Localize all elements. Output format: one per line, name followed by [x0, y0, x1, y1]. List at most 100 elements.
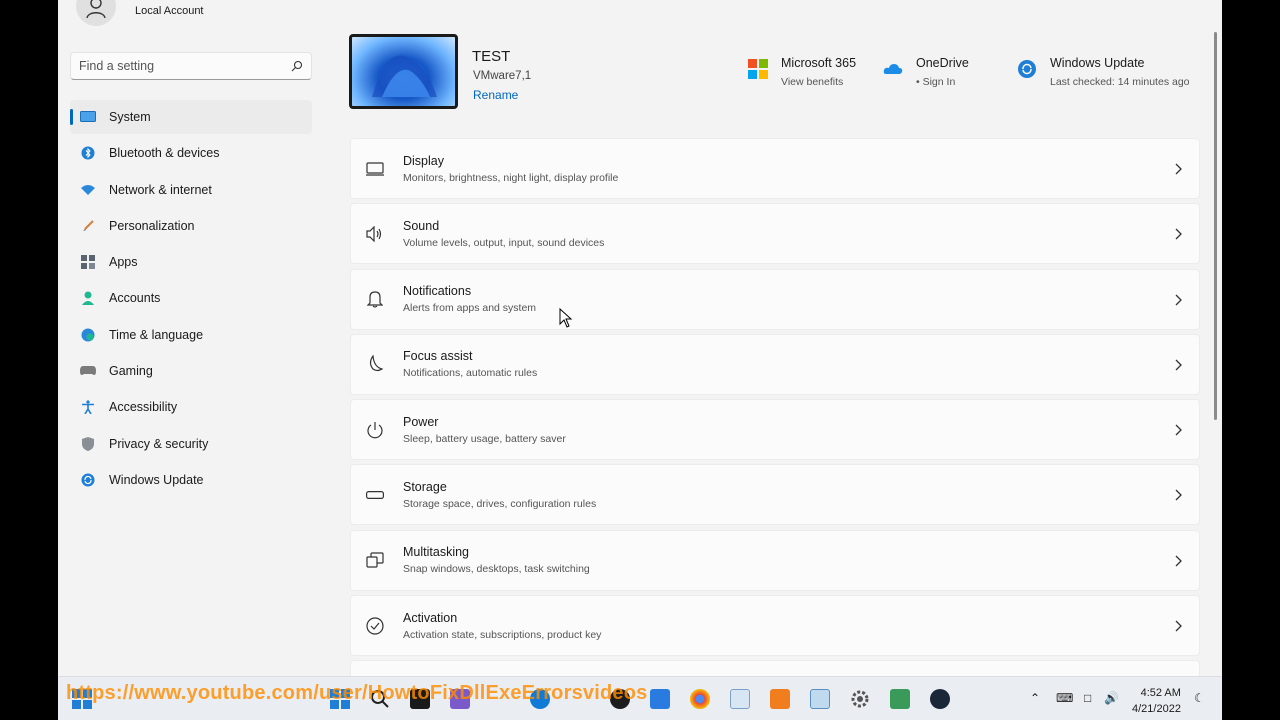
- onedrive-link[interactable]: OneDrive • Sign In: [883, 56, 969, 88]
- power-icon: [365, 420, 385, 440]
- card-subtitle: Monitors, brightness, night light, displ…: [403, 171, 619, 184]
- chevron-right-icon: [1175, 228, 1182, 240]
- sidebar-item-windows-update[interactable]: Windows Update: [70, 463, 312, 497]
- notification-moon-icon[interactable]: ☾: [1194, 691, 1205, 705]
- card-sound[interactable]: Sound Volume levels, output, input, sound…: [350, 203, 1200, 265]
- card-subtitle: Sleep, battery usage, battery saver: [403, 432, 566, 445]
- card-title: Activation: [403, 610, 458, 625]
- bluetooth-icon: [80, 145, 96, 161]
- sidebar-item-gaming[interactable]: Gaming: [70, 354, 312, 388]
- onedrive-title: OneDrive: [916, 56, 969, 70]
- bell-icon: [365, 289, 385, 309]
- device-model: VMware7,1: [473, 70, 532, 82]
- rename-link[interactable]: Rename: [473, 88, 518, 102]
- account-type-label: Local Account: [135, 5, 204, 17]
- check-circle-icon: [365, 616, 385, 636]
- control-panel-icon[interactable]: [810, 689, 830, 709]
- onedrive-subtitle: • Sign In: [916, 76, 956, 88]
- orange-app-icon[interactable]: [770, 689, 790, 709]
- person-icon: [86, 0, 106, 18]
- search-icon[interactable]: [291, 60, 303, 72]
- speaker-icon: [365, 224, 385, 244]
- sidebar-item-system[interactable]: System: [70, 100, 312, 134]
- search-input[interactable]: [79, 59, 291, 73]
- sidebar-item-label: Windows Update: [109, 472, 204, 487]
- steam-icon[interactable]: [930, 689, 950, 709]
- sidebar-item-accounts[interactable]: Accounts: [70, 281, 312, 315]
- chevron-right-icon: [1175, 359, 1182, 371]
- sidebar-item-label: Personalization: [109, 218, 195, 233]
- volume-icon[interactable]: 🔊: [1104, 691, 1119, 705]
- sidebar-item-label: Apps: [109, 255, 138, 270]
- card-activation[interactable]: Activation Activation state, subscription…: [350, 595, 1200, 657]
- card-subtitle: Volume levels, output, input, sound devi…: [403, 236, 605, 249]
- left-letterbox: [0, 0, 58, 720]
- clock-time: 4:52 AM: [1140, 687, 1181, 699]
- card-title: Sound: [403, 218, 440, 233]
- avatar[interactable]: [76, 0, 116, 26]
- resource-monitor-icon[interactable]: [730, 689, 750, 709]
- chevron-up-icon[interactable]: ⌃: [1030, 691, 1040, 705]
- chevron-right-icon: [1175, 163, 1182, 175]
- windows-update-link[interactable]: Windows Update Last checked: 14 minutes …: [1017, 56, 1190, 88]
- sidebar-item-label: Privacy & security: [109, 436, 209, 451]
- settings-window: Local Account System Bluetooth & devices…: [58, 0, 1222, 720]
- gamepad-icon: [80, 363, 96, 379]
- sidebar-item-network[interactable]: Network & internet: [70, 173, 312, 207]
- onedrive-cloud-icon: [883, 64, 903, 74]
- monitor-icon: [365, 159, 385, 179]
- microsoft365-link[interactable]: Microsoft 365 View benefits: [748, 56, 856, 88]
- card-display[interactable]: Display Monitors, brightness, night light…: [350, 138, 1200, 199]
- card-storage[interactable]: Storage Storage space, drives, configurat…: [350, 464, 1200, 526]
- card-title: Focus assist: [403, 349, 473, 364]
- sidebar-item-label: Time & language: [109, 327, 204, 342]
- scrollbar[interactable]: [1214, 32, 1217, 420]
- display-icon: [80, 109, 96, 125]
- settings-list: Display Monitors, brightness, night light…: [350, 138, 1200, 720]
- card-notifications[interactable]: Notifications Alerts from apps and system: [350, 268, 1200, 330]
- windows-update-title: Windows Update: [1050, 56, 1145, 70]
- clock[interactable]: 4:52 AM 4/21/2022: [1132, 685, 1181, 717]
- microsoft-logo-icon: [748, 59, 768, 79]
- card-focus-assist[interactable]: Focus assist Notifications, automatic rul…: [350, 333, 1200, 395]
- card-subtitle: Storage space, drives, configuration rul…: [403, 497, 597, 510]
- microsoft365-title: Microsoft 365: [781, 56, 857, 70]
- card-title: Storage: [403, 479, 447, 494]
- device-name: TEST: [472, 48, 511, 65]
- chevron-right-icon: [1175, 294, 1182, 306]
- mouse-cursor-icon: [559, 308, 573, 328]
- chevron-right-icon: [1175, 424, 1182, 436]
- settings-gear-icon[interactable]: [850, 689, 870, 709]
- sidebar-item-label: Network & internet: [109, 182, 212, 197]
- sidebar-item-label: System: [109, 110, 151, 124]
- card-subtitle: Alerts from apps and system: [403, 302, 537, 315]
- keyboard-icon[interactable]: ⌨: [1056, 691, 1073, 705]
- brush-icon: [80, 218, 96, 234]
- chevron-right-icon: [1175, 490, 1182, 501]
- update-icon: [1018, 60, 1036, 78]
- microsoft365-subtitle: View benefits: [781, 76, 844, 88]
- sidebar-item-privacy[interactable]: Privacy & security: [70, 427, 312, 461]
- sidebar-item-label: Gaming: [109, 364, 153, 379]
- multitask-icon: [365, 550, 385, 570]
- card-multitasking[interactable]: Multitasking Snap windows, desktops, task…: [350, 529, 1200, 591]
- sidebar-item-label: Accessibility: [109, 400, 178, 415]
- sidebar-nav: System Bluetooth & devices Network & int…: [70, 100, 312, 499]
- sidebar-item-time-language[interactable]: Time & language: [70, 318, 312, 352]
- card-power[interactable]: Power Sleep, battery usage, battery saver: [350, 399, 1200, 461]
- sidebar-item-accessibility[interactable]: Accessibility: [70, 390, 312, 424]
- sidebar-item-apps[interactable]: Apps: [70, 245, 312, 279]
- green-app-icon[interactable]: [890, 689, 910, 709]
- sidebar-item-personalization[interactable]: Personalization: [70, 209, 312, 243]
- network-icon[interactable]: □: [1084, 691, 1091, 705]
- search-box[interactable]: [70, 52, 312, 80]
- clock-date: 4/21/2022: [1132, 703, 1181, 715]
- url-watermark: https://www.youtube.com/user/HowtoFixDll…: [66, 682, 648, 704]
- sidebar-item-label: Accounts: [109, 291, 161, 306]
- store-icon[interactable]: [650, 689, 670, 709]
- chrome-icon[interactable]: [690, 689, 710, 709]
- card-subtitle: Snap windows, desktops, task switching: [403, 563, 590, 576]
- sidebar-item-bluetooth[interactable]: Bluetooth & devices: [70, 136, 312, 170]
- card-title: Multitasking: [403, 545, 469, 560]
- moon-icon: [365, 354, 385, 374]
